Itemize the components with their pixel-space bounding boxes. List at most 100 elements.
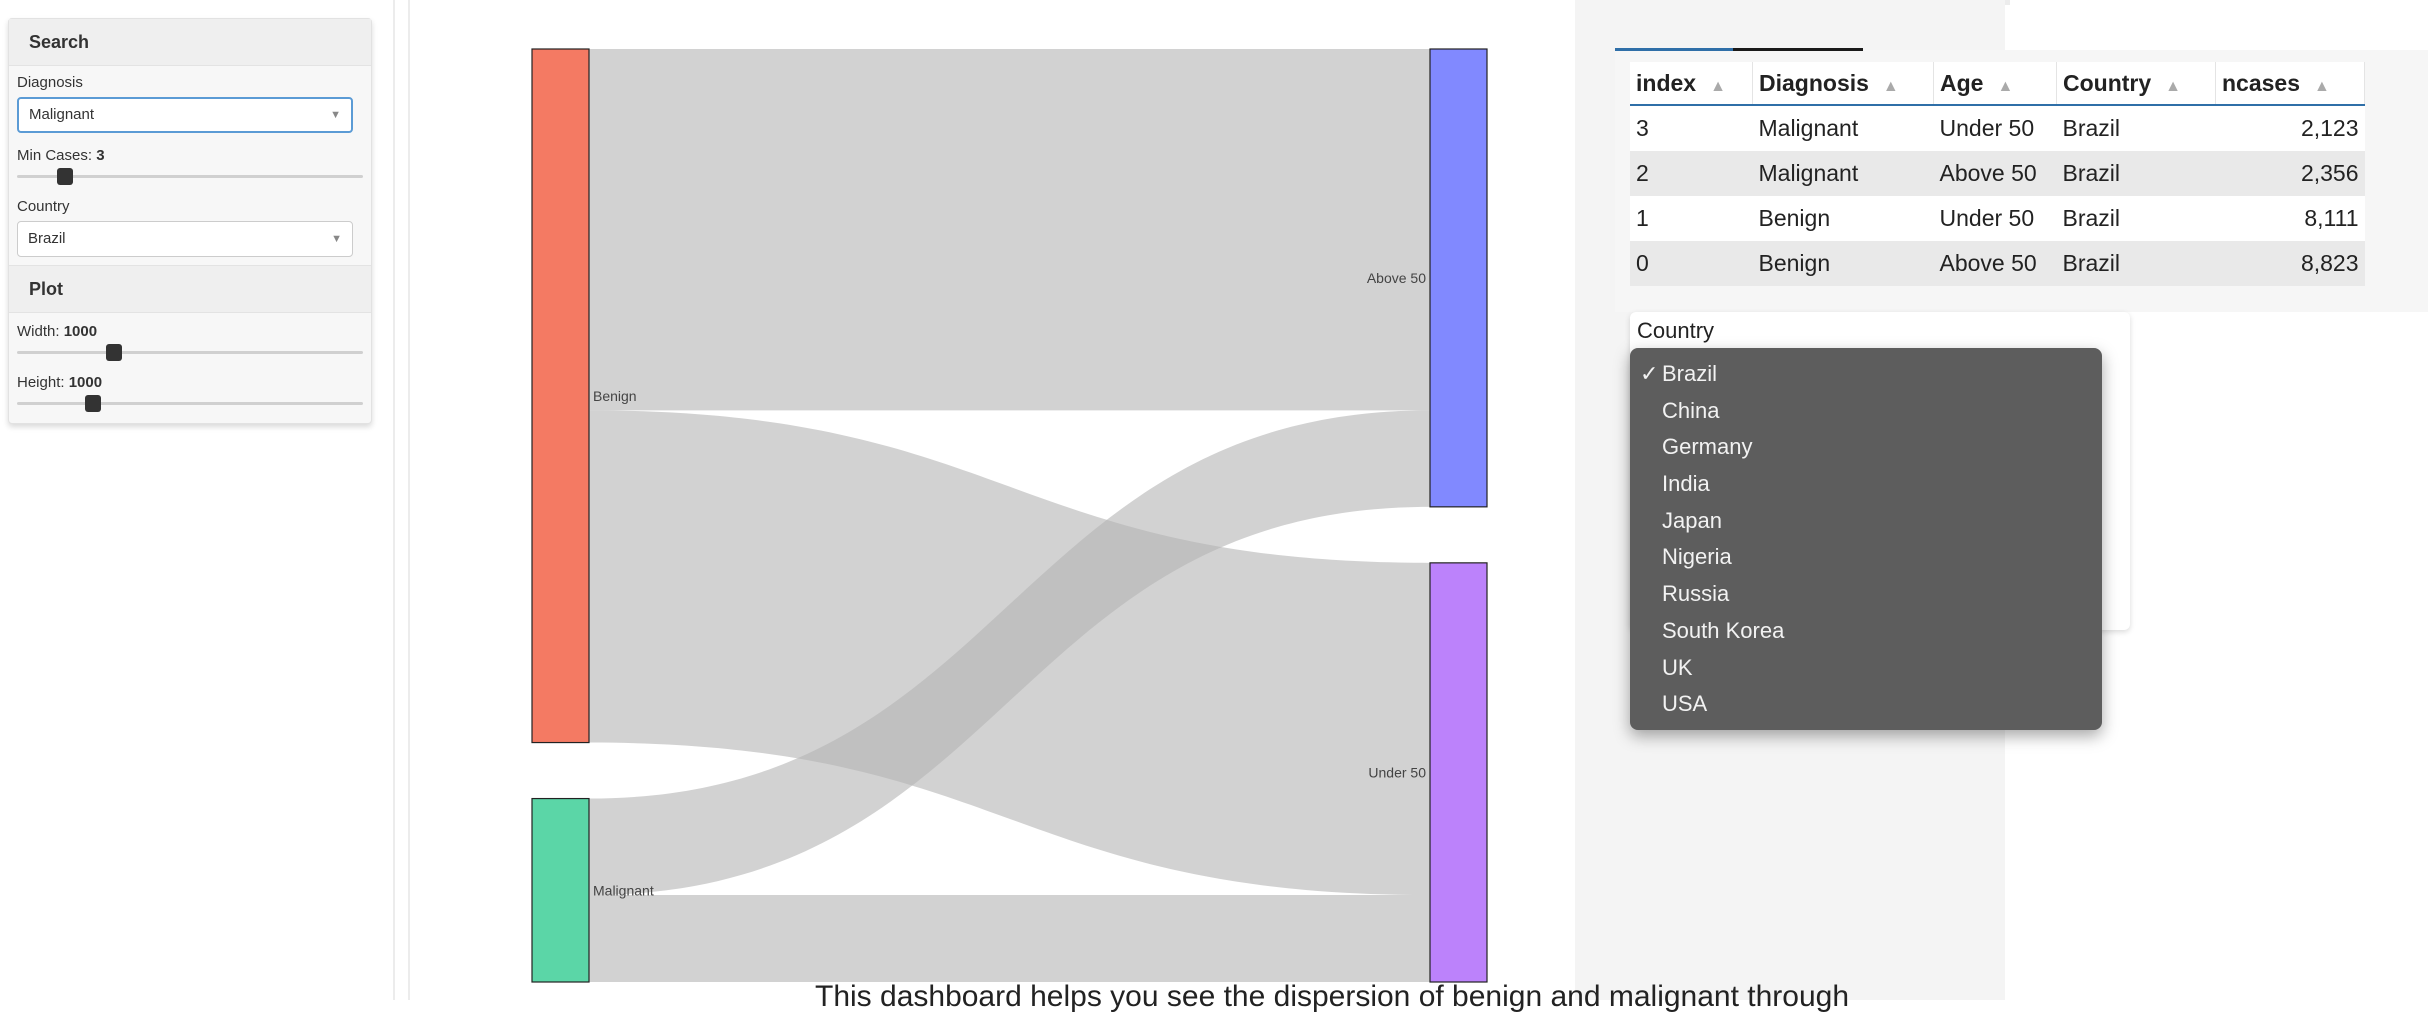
sankey-node[interactable]	[531, 48, 590, 744]
sankey-node-label: Above 50	[1367, 270, 1426, 286]
sankey-diagram: Benign Malignant Above 50 Under 50	[531, 48, 1488, 983]
sankey-link[interactable]	[589, 895, 1430, 982]
column-header-ncases[interactable]: ncases ▲	[2215, 62, 2365, 106]
dropdown-option-label: Russia	[1662, 581, 1730, 607]
table-row[interactable]: 0 Benign Above 50 Brazil 8,823	[1630, 241, 2365, 286]
dropdown-option[interactable]: Germany	[1630, 429, 2102, 466]
column-header-label: Age	[1940, 69, 1984, 96]
slider-track	[17, 351, 363, 354]
table-header-row: index ▲ Diagnosis ▲ Age ▲ Country ▲ ncases ▲	[1630, 62, 2365, 106]
table-cell-diagnosis: Benign	[1752, 196, 1934, 241]
dropdown-option-label: Nigeria	[1662, 544, 1732, 570]
sort-arrow-icon: ▲	[1882, 77, 1899, 95]
country-dropdown-menu[interactable]: ✓ Brazil China Germany India Japan Nigeria Russ…	[1630, 348, 2102, 730]
sankey-node-label: Malignant	[593, 882, 654, 898]
table-cell-index: 2	[1630, 151, 1753, 196]
sankey-link[interactable]	[589, 49, 1430, 411]
menu-padding	[1630, 348, 2102, 356]
slider-track	[17, 402, 363, 405]
dropdown-option-label: USA	[1662, 691, 1708, 717]
column-header-country[interactable]: Country ▲	[2056, 62, 2216, 106]
diagnosis-select-value: Malignant	[29, 106, 95, 123]
dropdown-option-label: India	[1662, 471, 1710, 497]
min-cases-slider[interactable]	[17, 166, 363, 186]
column-header-diagnosis[interactable]: Diagnosis ▲	[1752, 62, 1934, 106]
min-cases-value: 3	[96, 147, 105, 164]
table-cell-index: 1	[1630, 196, 1753, 241]
column-header-age[interactable]: Age ▲	[1933, 62, 2057, 106]
table-cell-age: Under 50	[1933, 196, 2057, 241]
width-label-text: Width:	[17, 323, 64, 340]
sort-arrow-icon: ▲	[2165, 77, 2182, 95]
check-icon: ✓	[1640, 361, 1659, 386]
table-cell-age: Under 50	[1933, 105, 2057, 151]
data-table: index ▲ Diagnosis ▲ Age ▲ Country ▲ ncases ▲ 3 Mal…	[1630, 62, 2365, 286]
search-section-header: Search	[9, 19, 371, 66]
width-slider[interactable]	[17, 342, 363, 362]
control-sidebar: Search Diagnosis Malignant ▼ Min Cases: …	[8, 18, 372, 424]
column-header-label: Country	[2063, 69, 2152, 96]
height-label-text: Height:	[17, 374, 69, 391]
slider-handle[interactable]	[85, 395, 102, 412]
column-header-index[interactable]: index ▲	[1630, 62, 1753, 106]
table-cell-country: Brazil	[2056, 105, 2216, 151]
dropdown-option-label: Brazil	[1662, 361, 1718, 386]
sankey-node[interactable]	[531, 797, 590, 983]
dropdown-option[interactable]: ✓ Brazil	[1630, 356, 2102, 393]
column-header-label: index	[1636, 69, 1697, 96]
dropdown-option[interactable]: USA	[1630, 686, 2102, 723]
plot-panel: Benign Malignant Above 50 Under 50	[440, 0, 1575, 1000]
table-cell-country: Brazil	[2056, 241, 2216, 286]
dropdown-option[interactable]: South Korea	[1630, 613, 2102, 650]
dropdown-option-label: Germany	[1662, 434, 1753, 460]
sankey-node[interactable]	[1429, 562, 1488, 983]
tab-underline-active	[1615, 48, 1733, 51]
slider-handle[interactable]	[57, 168, 74, 185]
dropdown-option[interactable]: China	[1630, 393, 2102, 430]
sankey-node-label: Under 50	[1368, 764, 1426, 780]
dropdown-option[interactable]: India	[1630, 466, 2102, 503]
table-cell-country: Brazil	[2056, 196, 2216, 241]
country-label: Country	[17, 198, 70, 215]
chevron-down-icon: ▼	[330, 109, 341, 121]
table-cell-country: Brazil	[2056, 151, 2216, 196]
sankey-node[interactable]	[1429, 48, 1488, 508]
diagnosis-label: Diagnosis	[17, 74, 83, 91]
height-slider[interactable]	[17, 393, 363, 413]
sankey-node-label: Benign	[593, 388, 637, 404]
table-cell-age: Above 50	[1933, 241, 2057, 286]
country-filter-label: Country	[1637, 318, 1715, 343]
width-value: 1000	[63, 323, 98, 340]
sort-arrow-icon: ▲	[1997, 77, 2014, 95]
table-cell-index: 3	[1630, 105, 1753, 151]
table-cell-ncases: 2,123	[2215, 105, 2365, 151]
table-row[interactable]: 1 Benign Under 50 Brazil 8,111	[1630, 196, 2365, 241]
slider-handle[interactable]	[105, 344, 122, 361]
dashboard: Search Diagnosis Malignant ▼ Min Cases: …	[0, 0, 2428, 1013]
dropdown-option-label: South Korea	[1662, 617, 1785, 643]
country-select[interactable]: Brazil ▼	[17, 221, 353, 257]
dropdown-option[interactable]: Nigeria	[1630, 539, 2102, 576]
table-cell-diagnosis: Malignant	[1752, 105, 1934, 151]
footer-description: This dashboard helps you see the dispers…	[815, 980, 1850, 1013]
table-cell-age: Above 50	[1933, 151, 2057, 196]
table-cell-ncases: 2,356	[2215, 151, 2365, 196]
table-row[interactable]: 3 Malignant Under 50 Brazil 2,123	[1630, 105, 2365, 151]
chevron-down-icon: ▼	[331, 233, 342, 245]
height-value: 1000	[68, 374, 103, 391]
country-select-value: Brazil	[28, 230, 66, 247]
table-row[interactable]: 2 Malignant Above 50 Brazil 2,356	[1630, 151, 2365, 196]
column-header-label: Diagnosis	[1759, 69, 1869, 96]
dropdown-option[interactable]: Japan	[1630, 503, 2102, 540]
min-cases-label: Min Cases: 3	[17, 147, 371, 164]
divider	[393, 0, 395, 1000]
dropdown-option[interactable]: UK	[1630, 650, 2102, 687]
dropdown-option-label: Japan	[1662, 507, 1722, 533]
diagnosis-select[interactable]: Malignant ▼	[17, 97, 353, 133]
divider	[408, 0, 410, 1000]
dropdown-option-label: UK	[1662, 654, 1693, 680]
dropdown-option[interactable]: Russia	[1630, 576, 2102, 613]
table-cell-diagnosis: Benign	[1752, 241, 1934, 286]
sort-arrow-icon: ▲	[1710, 77, 1726, 95]
width-label: Width: 1000	[17, 323, 371, 340]
